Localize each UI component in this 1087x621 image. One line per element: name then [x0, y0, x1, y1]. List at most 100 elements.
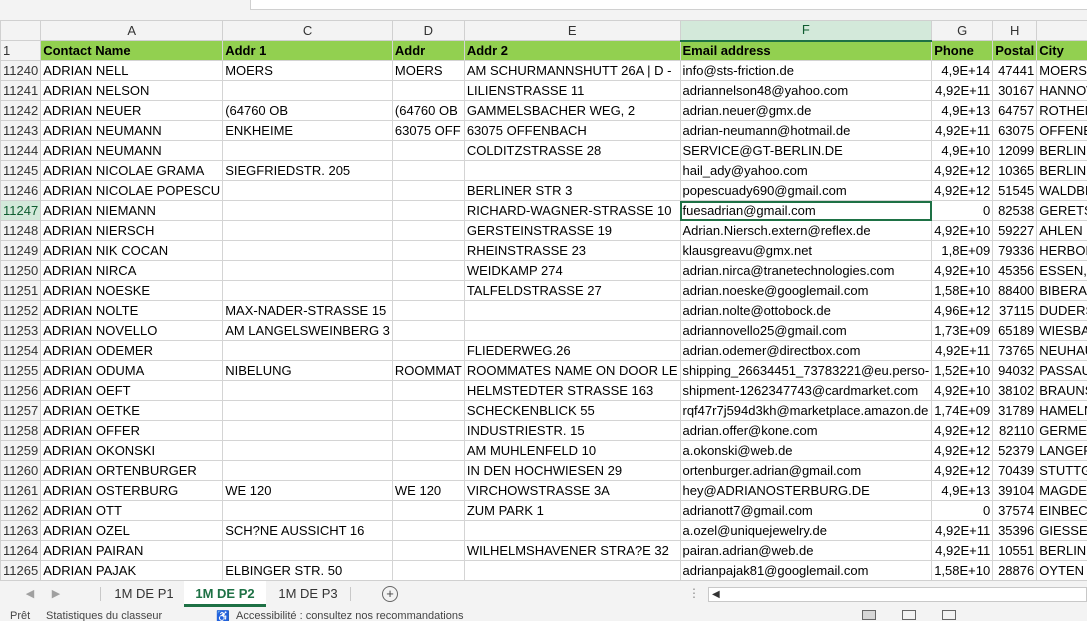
cell-g[interactable]: 4,92E+12: [931, 440, 994, 461]
cell-d[interactable]: [391, 400, 465, 421]
cell-d[interactable]: [391, 300, 465, 321]
cell-c[interactable]: [222, 400, 393, 421]
row-header[interactable]: 11265: [0, 560, 42, 580]
tab-1m-de-p2[interactable]: 1M DE P2: [184, 581, 266, 607]
cell-a[interactable]: ADRIAN OEFT: [40, 380, 224, 401]
cell-i[interactable]: OFFENBACH: [1036, 120, 1087, 141]
cell-d[interactable]: [391, 420, 465, 441]
workbook-stats-button[interactable]: Statistiques du classeur: [46, 610, 162, 621]
cell-f[interactable]: adrian.nolte@ottobock.de: [679, 300, 933, 321]
cell-h[interactable]: 88400: [992, 280, 1038, 301]
cell-c[interactable]: [222, 180, 393, 201]
cell-d[interactable]: [391, 440, 465, 461]
row-header[interactable]: 11240: [0, 60, 42, 81]
cell-i[interactable]: BERLIN: [1036, 160, 1087, 181]
cell-d[interactable]: [391, 220, 465, 241]
cell-g[interactable]: 4,92E+10: [931, 220, 994, 241]
row-header[interactable]: 11243: [0, 120, 42, 141]
cell-f[interactable]: adriannovello25@gmail.com: [679, 320, 933, 341]
cell-i[interactable]: MOERS: [1036, 60, 1087, 81]
cell-i[interactable]: HAMELN: [1036, 400, 1087, 421]
horizontal-scrollbar[interactable]: ◀: [708, 587, 1087, 602]
column-title-cell[interactable]: Postal: [992, 40, 1038, 61]
cell-h[interactable]: 59227: [992, 220, 1038, 241]
cell-f[interactable]: pairan.adrian@web.de: [679, 540, 933, 561]
cell-h[interactable]: 73765: [992, 340, 1038, 361]
column-title-cell[interactable]: Email address: [679, 40, 933, 61]
row-header[interactable]: 11252: [0, 300, 42, 321]
cell-c[interactable]: [222, 500, 393, 521]
scroll-split-handle[interactable]: ⋮: [688, 586, 700, 600]
cell-g[interactable]: 4,92E+12: [931, 460, 994, 481]
cell-h[interactable]: 35396: [992, 520, 1038, 541]
tab-1m-de-p3[interactable]: 1M DE P3: [268, 581, 348, 607]
cell-h[interactable]: 82110: [992, 420, 1038, 441]
cell-h[interactable]: 70439: [992, 460, 1038, 481]
cell-f[interactable]: a.ozel@uniquejewelry.de: [679, 520, 933, 541]
cell-h[interactable]: 10365: [992, 160, 1038, 181]
cell-i[interactable]: MAGDEBURG: [1036, 480, 1087, 501]
cell-i[interactable]: BERLIN: [1036, 540, 1087, 561]
cell-d[interactable]: ROOMMAT: [391, 360, 465, 381]
cell-i[interactable]: ROTHENBERG: [1036, 100, 1087, 121]
cell-f[interactable]: Adrian.Niersch.extern@reflex.de: [679, 220, 933, 241]
cell-d[interactable]: [391, 340, 465, 361]
row-header[interactable]: 11262: [0, 500, 42, 521]
row-header[interactable]: 11248: [0, 220, 42, 241]
column-header-g[interactable]: G: [931, 20, 994, 41]
cell-f[interactable]: fuesadrian@gmail.com: [679, 200, 933, 221]
cell-f[interactable]: a.okonski@web.de: [679, 440, 933, 461]
cell-a[interactable]: ADRIAN OKONSKI: [40, 440, 224, 461]
cell-h[interactable]: 52379: [992, 440, 1038, 461]
cell-a[interactable]: ADRIAN OZEL: [40, 520, 224, 541]
cell-a[interactable]: ADRIAN NIK COCAN: [40, 240, 224, 261]
cell-e[interactable]: INDUSTRIESTR. 15: [463, 420, 681, 441]
cell-e[interactable]: COLDITZSTRASSE 28: [463, 140, 681, 161]
cell-a[interactable]: ADRIAN NIERSCH: [40, 220, 224, 241]
cell-c[interactable]: [222, 540, 393, 561]
column-title-cell[interactable]: Contact Name: [40, 40, 224, 61]
row-header[interactable]: 11257: [0, 400, 42, 421]
cell-h[interactable]: 64757: [992, 100, 1038, 121]
cell-h[interactable]: 39104: [992, 480, 1038, 501]
cell-g[interactable]: 1,74E+09: [931, 400, 994, 421]
cell-d[interactable]: [391, 380, 465, 401]
row-header[interactable]: 11246: [0, 180, 42, 201]
cell-e[interactable]: RHEINSTRASSE 23: [463, 240, 681, 261]
cell-d[interactable]: [391, 80, 465, 101]
cell-f[interactable]: hail_ady@yahoo.com: [679, 160, 933, 181]
cell-i[interactable]: OYTEN: [1036, 560, 1087, 580]
cell-i[interactable]: GIESSEN, HESSE: [1036, 520, 1087, 541]
cell-h[interactable]: 47441: [992, 60, 1038, 81]
cell-f[interactable]: adrian.neuer@gmx.de: [679, 100, 933, 121]
cell-e[interactable]: ROOMMATES NAME ON DOOR LE: [463, 360, 681, 381]
cell-f[interactable]: rqf47r7j594d3kh@marketplace.amazon.de: [679, 400, 933, 421]
cell-a[interactable]: ADRIAN NICOLAE GRAMA: [40, 160, 224, 181]
row-header[interactable]: 11242: [0, 100, 42, 121]
row-header[interactable]: 11255: [0, 360, 42, 381]
row-header[interactable]: 11258: [0, 420, 42, 441]
row-header[interactable]: 11261: [0, 480, 42, 501]
cell-e[interactable]: WEIDKAMP 274: [463, 260, 681, 281]
cell-c[interactable]: WE 120: [222, 480, 393, 501]
cell-i[interactable]: GERMERING: [1036, 420, 1087, 441]
cell-g[interactable]: 4,9E+10: [931, 140, 994, 161]
row-header[interactable]: 11245: [0, 160, 42, 181]
accessibility-status[interactable]: Accessibilité : consultez nos recommanda…: [236, 610, 463, 621]
cell-g[interactable]: 4,92E+11: [931, 520, 994, 541]
row-header[interactable]: 11253: [0, 320, 42, 341]
cell-d[interactable]: 63075 OFF: [391, 120, 465, 141]
cell-g[interactable]: 4,9E+13: [931, 100, 994, 121]
cell-i[interactable]: WALDBROL: [1036, 180, 1087, 201]
cell-d[interactable]: [391, 260, 465, 281]
cell-i[interactable]: BIBERACH AN D: [1036, 280, 1087, 301]
cell-e[interactable]: FLIEDERWEG.26: [463, 340, 681, 361]
cell-c[interactable]: SCH?NE AUSSICHT 16: [222, 520, 393, 541]
cell-i[interactable]: AHLEN: [1036, 220, 1087, 241]
column-header-e[interactable]: E: [463, 20, 681, 41]
cell-h[interactable]: 63075: [992, 120, 1038, 141]
cell-a[interactable]: ADRIAN NELSON: [40, 80, 224, 101]
row-header[interactable]: 11241: [0, 80, 42, 101]
cell-i[interactable]: ESSEN, DE-NW: [1036, 260, 1087, 281]
column-title-cell[interactable]: Phone: [931, 40, 994, 61]
